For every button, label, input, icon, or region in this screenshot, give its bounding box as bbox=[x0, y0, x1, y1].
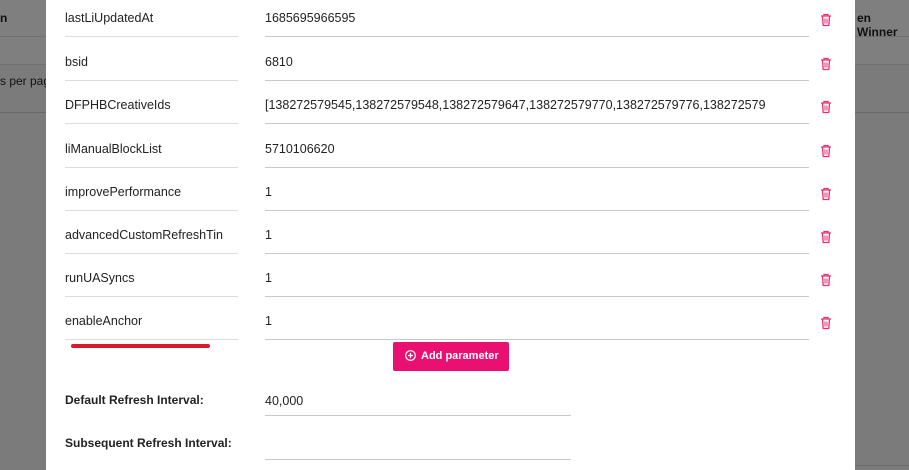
param-value-input[interactable]: 1685695966595 bbox=[265, 0, 809, 37]
param-key-input[interactable]: liManualBlockList bbox=[65, 131, 238, 168]
rows-per-page-label: s per pag bbox=[0, 74, 51, 88]
trash-icon[interactable] bbox=[820, 273, 832, 287]
edit-parameters-modal: lastLiUpdatedAt 1685695966595 bsid 6810 … bbox=[46, 0, 855, 470]
background-header-left: n bbox=[0, 11, 8, 25]
param-row: advancedCustomRefreshTin 1 bbox=[46, 217, 855, 260]
param-value-input[interactable]: 1 bbox=[265, 217, 809, 254]
default-refresh-label: Default Refresh Interval: bbox=[65, 393, 204, 407]
param-row: liManualBlockList 5710106620 bbox=[46, 131, 855, 174]
trash-icon[interactable] bbox=[820, 144, 832, 158]
trash-icon[interactable] bbox=[820, 100, 832, 114]
param-value-input[interactable]: [138272579545,138272579548,138272579647,… bbox=[265, 87, 809, 124]
param-key-input[interactable]: lastLiUpdatedAt bbox=[65, 0, 238, 37]
add-parameter-label: Add parameter bbox=[421, 350, 499, 362]
background-divider-bottom bbox=[855, 465, 909, 466]
trash-icon[interactable] bbox=[820, 187, 832, 201]
param-key-input[interactable]: enableAnchor bbox=[65, 303, 238, 340]
default-refresh-input[interactable]: 40,000 bbox=[265, 387, 571, 416]
param-value-input[interactable]: 1 bbox=[265, 174, 809, 211]
add-parameter-button[interactable]: Add parameter bbox=[393, 342, 509, 371]
param-value-input[interactable]: 1 bbox=[265, 303, 809, 340]
background-header-right: en Winner bbox=[857, 11, 898, 39]
param-key-input[interactable]: runUASyncs bbox=[65, 260, 238, 297]
param-value-input[interactable]: 5710106620 bbox=[265, 131, 809, 168]
param-row: improvePerformance 1 bbox=[46, 174, 855, 217]
trash-icon[interactable] bbox=[820, 13, 832, 27]
param-value-input[interactable]: 1 bbox=[265, 260, 809, 297]
param-key-input[interactable]: improvePerformance bbox=[65, 174, 238, 211]
annotation-underline bbox=[71, 344, 210, 348]
trash-icon[interactable] bbox=[820, 316, 832, 330]
param-row: enableAnchor 1 bbox=[46, 303, 855, 346]
param-key-input[interactable]: advancedCustomRefreshTin bbox=[65, 217, 238, 254]
param-value-input[interactable]: 6810 bbox=[265, 44, 809, 81]
param-row: lastLiUpdatedAt 1685695966595 bbox=[46, 0, 855, 43]
param-row: DFPHBCreativeIds [138272579545,138272579… bbox=[46, 87, 855, 130]
add-circle-icon bbox=[405, 350, 416, 361]
param-row: runUASyncs 1 bbox=[46, 260, 855, 303]
trash-icon[interactable] bbox=[820, 57, 832, 71]
param-key-input[interactable]: bsid bbox=[65, 44, 238, 81]
subsequent-refresh-label: Subsequent Refresh Interval: bbox=[65, 436, 232, 450]
param-key-input[interactable]: DFPHBCreativeIds bbox=[65, 87, 238, 124]
trash-icon[interactable] bbox=[820, 230, 832, 244]
param-row: bsid 6810 bbox=[46, 44, 855, 87]
subsequent-refresh-input[interactable] bbox=[265, 431, 571, 460]
